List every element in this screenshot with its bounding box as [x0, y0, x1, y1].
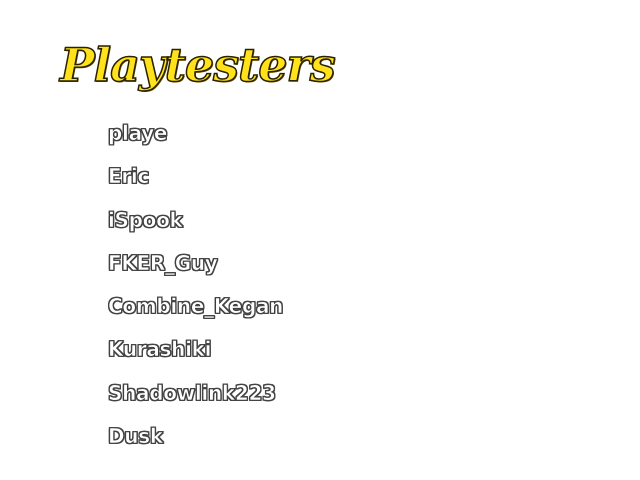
credits-screen: Playtesters playe Eric iSpook FKER_Guy C… — [0, 0, 640, 480]
playtester-name: FKER_Guy — [108, 250, 218, 276]
playtester-list: playe Eric iSpook FKER_Guy Combine_Kegan… — [108, 116, 284, 462]
playtester-name: Dusk — [108, 424, 164, 449]
playtester-name: Combine_Kegan — [108, 294, 284, 319]
playtester-name: Eric — [108, 164, 150, 189]
section-title: Playtesters — [59, 37, 336, 93]
playtester-name: Kurashiki — [108, 337, 212, 362]
playtester-name: Shadowlink223 — [108, 380, 277, 405]
playtester-name: playe — [108, 121, 168, 146]
playtester-name: iSpook — [108, 207, 183, 232]
